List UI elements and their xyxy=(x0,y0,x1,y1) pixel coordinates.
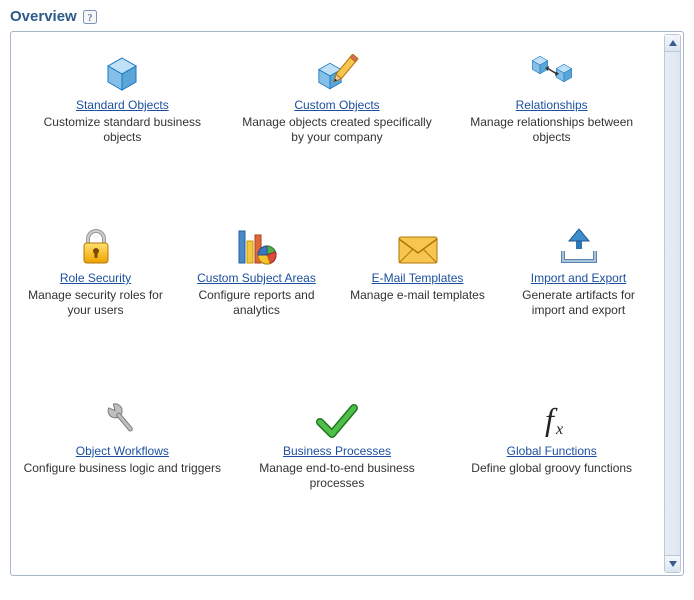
envelope-icon xyxy=(397,223,439,267)
checkmark-icon xyxy=(316,396,358,440)
tile-link[interactable]: Standard Objects xyxy=(76,98,169,113)
tile-desc: Customize standard business objects xyxy=(23,115,222,145)
tile-desc: Configure reports and analytics xyxy=(184,288,329,318)
tile-grid: Standard Objects Customize standard busi… xyxy=(15,44,659,563)
tile-link[interactable]: Global Functions xyxy=(507,444,597,459)
tile-link[interactable]: Object Workflows xyxy=(76,444,169,459)
tile-desc: Manage relationships between objects xyxy=(452,115,651,145)
tile-link[interactable]: Custom Objects xyxy=(294,98,379,113)
cube-icon xyxy=(102,50,142,94)
tile-global-functions[interactable]: f x Global Functions Define global groov… xyxy=(444,390,659,563)
overview-panel: Overview ? xyxy=(0,0,694,600)
tile-desc: Manage end-to-end business processes xyxy=(238,461,437,491)
tile-desc: Configure business logic and triggers xyxy=(24,461,221,476)
tile-link[interactable]: Custom Subject Areas xyxy=(197,271,316,286)
tile-role-security[interactable]: Role Security Manage security roles for … xyxy=(15,217,176,390)
tile-row-2: Role Security Manage security roles for … xyxy=(15,217,659,390)
tile-custom-objects[interactable]: Custom Objects Manage objects created sp… xyxy=(230,44,445,217)
lock-icon xyxy=(79,223,113,267)
tile-link[interactable]: Role Security xyxy=(60,271,131,286)
panel-header: Overview ? xyxy=(10,4,684,31)
vertical-scrollbar[interactable] xyxy=(664,34,681,573)
tile-email-templates[interactable]: E-Mail Templates Manage e-mail templates xyxy=(337,217,498,390)
content-frame: Standard Objects Customize standard busi… xyxy=(10,31,684,576)
tile-desc: Manage security roles for your users xyxy=(23,288,168,318)
help-icon[interactable]: ? xyxy=(83,10,97,24)
scroll-down-arrow[interactable] xyxy=(665,555,680,572)
chart-icon xyxy=(237,223,277,267)
cubes-linked-icon xyxy=(527,50,577,94)
tile-desc: Generate artifacts for import and export xyxy=(506,288,651,318)
tile-desc: Manage objects created specifically by y… xyxy=(238,115,437,145)
tile-standard-objects[interactable]: Standard Objects Customize standard busi… xyxy=(15,44,230,217)
scroll-up-arrow[interactable] xyxy=(665,35,680,52)
content-area: Standard Objects Customize standard busi… xyxy=(11,32,663,575)
svg-text:?: ? xyxy=(87,13,92,24)
tile-link[interactable]: Import and Export xyxy=(531,271,626,286)
tile-custom-subject-areas[interactable]: Custom Subject Areas Configure reports a… xyxy=(176,217,337,390)
tile-row-3: Object Workflows Configure business logi… xyxy=(15,390,659,563)
tile-link[interactable]: Business Processes xyxy=(283,444,391,459)
tile-link[interactable]: Relationships xyxy=(516,98,588,113)
wrench-icon xyxy=(101,396,143,440)
import-export-icon xyxy=(557,223,601,267)
page-title: Overview xyxy=(10,8,77,25)
tile-desc: Manage e-mail templates xyxy=(350,288,485,303)
tile-import-export[interactable]: Import and Export Generate artifacts for… xyxy=(498,217,659,390)
tile-link[interactable]: E-Mail Templates xyxy=(372,271,464,286)
tile-object-workflows[interactable]: Object Workflows Configure business logi… xyxy=(15,390,230,563)
svg-text:x: x xyxy=(555,421,563,438)
tile-relationships[interactable]: Relationships Manage relationships betwe… xyxy=(444,44,659,217)
tile-business-processes[interactable]: Business Processes Manage end-to-end bus… xyxy=(230,390,445,563)
tile-desc: Define global groovy functions xyxy=(471,461,632,476)
function-icon: f x xyxy=(532,396,572,440)
tile-row-1: Standard Objects Customize standard busi… xyxy=(15,44,659,217)
cube-pencil-icon xyxy=(314,50,360,94)
